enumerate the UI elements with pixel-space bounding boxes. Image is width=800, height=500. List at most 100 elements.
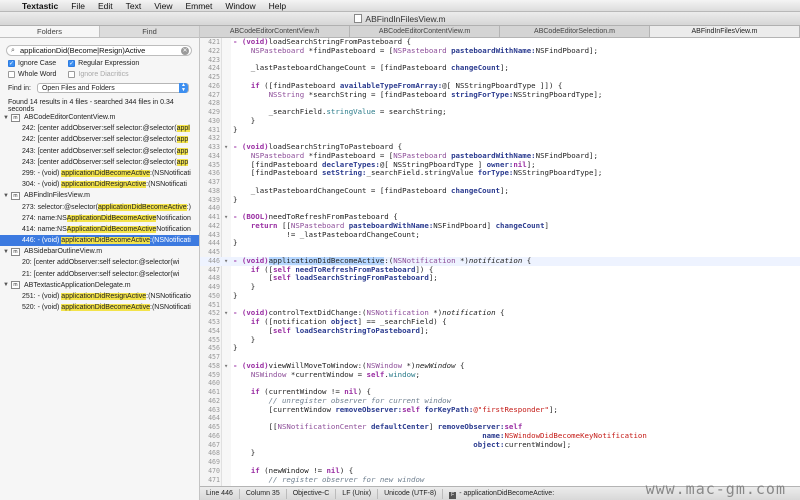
code-line[interactable]: 425 bbox=[200, 73, 800, 82]
tab-abcodeeditorcontentview-m[interactable]: ABCodeEditorContentView.m bbox=[350, 26, 500, 37]
code-line[interactable]: 440 bbox=[200, 204, 800, 213]
code-line[interactable]: 470 if (newWindow != nil) { bbox=[200, 467, 800, 476]
tab-folders[interactable]: Folders bbox=[0, 26, 99, 37]
disclosure-triangle-icon[interactable]: ▼ bbox=[3, 249, 11, 255]
result-line[interactable]: 274: name:NSApplicationDidBecomeActiveNo… bbox=[0, 213, 199, 224]
code-editor[interactable]: 421 - (void)loadSearchStringFromPasteboar… bbox=[200, 38, 800, 486]
result-file[interactable]: ▼ m ABCodeEditorContentView.m bbox=[0, 112, 199, 123]
code-line[interactable]: 464 bbox=[200, 414, 800, 423]
code-line[interactable]: 452 ▾ - (void)controlTextDidChange:(NSNoti… bbox=[200, 309, 800, 318]
code-line[interactable]: 422 NSPasteboard *findPasteboard = [NSPa… bbox=[200, 47, 800, 56]
tab-abcodeeditorselection-m[interactable]: ABCodeEditorSelection.m bbox=[500, 26, 650, 37]
result-file[interactable]: ▼ m ABSidebarOutlineView.m bbox=[0, 246, 199, 257]
code-line[interactable]: 456} bbox=[200, 344, 800, 353]
result-line[interactable]: 243: [center addObserver:self selector:@… bbox=[0, 146, 199, 157]
menu-view[interactable]: View bbox=[154, 1, 172, 11]
search-input[interactable] bbox=[20, 46, 180, 55]
code-line[interactable]: 433 ▾ - (void)loadSearchStringToPasteboard… bbox=[200, 143, 800, 152]
whole-word-checkbox[interactable] bbox=[8, 71, 15, 78]
code-line[interactable]: 463 [currentWindow removeObserver:self f… bbox=[200, 406, 800, 415]
search-field[interactable]: ⌕ ✕ bbox=[6, 45, 192, 56]
code-line[interactable]: 449 } bbox=[200, 283, 800, 292]
code-line[interactable]: 446 ▾ - (void)applicationDidBecomeActive:(… bbox=[200, 256, 800, 266]
code-line[interactable]: 434 NSPasteboard *findPasteboard = [NSPa… bbox=[200, 152, 800, 161]
result-line[interactable]: 20: [center addObserver:self selector:@s… bbox=[0, 257, 199, 268]
code-line[interactable]: 466 name:NSWindowDidBecomeKeyNotificatio… bbox=[200, 432, 800, 441]
status-symbol[interactable]: F- applicationDidBecomeActive: bbox=[443, 489, 560, 499]
menu-text[interactable]: Text bbox=[126, 1, 142, 11]
code-line[interactable]: 436 [findPasteboard setString:_searchFie… bbox=[200, 169, 800, 178]
status-line-endings[interactable]: LF (Unix) bbox=[336, 488, 379, 499]
menu-file[interactable]: File bbox=[71, 1, 85, 11]
menu-emmet[interactable]: Emmet bbox=[185, 1, 212, 11]
result-line[interactable]: 273: selector:@selector(applicationDidBe… bbox=[0, 202, 199, 213]
code-line[interactable]: 443 != _lastPasteboardChangeCount; bbox=[200, 231, 800, 240]
code-line[interactable]: 432 bbox=[200, 134, 800, 143]
code-line[interactable]: 421 - (void)loadSearchStringFromPasteboar… bbox=[200, 38, 800, 47]
code-line[interactable]: 427 NSString *searchString = [findPasteb… bbox=[200, 91, 800, 100]
code-line[interactable]: 444} bbox=[200, 239, 800, 248]
find-in-select[interactable]: Open Files and Folders ▲ ▼ bbox=[36, 83, 189, 93]
code-line[interactable]: 442 return [[NSPasteboard pasteboardWith… bbox=[200, 222, 800, 231]
code-line[interactable]: 429 _searchField.stringValue = searchStr… bbox=[200, 108, 800, 117]
disclosure-triangle-icon[interactable]: ▼ bbox=[3, 193, 11, 199]
code-line[interactable]: 451 bbox=[200, 301, 800, 310]
status-language[interactable]: Objective-C bbox=[287, 488, 337, 499]
code-line[interactable]: 428 bbox=[200, 99, 800, 108]
code-line[interactable]: 441 ▾ - (BOOL)needToRefreshFromPasteboard … bbox=[200, 213, 800, 222]
result-line[interactable]: 242: [center addObserver:self selector:@… bbox=[0, 123, 199, 134]
result-line[interactable]: 243: [center addObserver:self selector:@… bbox=[0, 157, 199, 168]
result-line[interactable]: 414: name:NSApplicationDidBecomeActiveNo… bbox=[0, 224, 199, 235]
result-line[interactable]: 299: - (void) applicationDidBecomeActive… bbox=[0, 168, 199, 179]
code-line[interactable]: 453 if ([notification object] == _search… bbox=[200, 318, 800, 327]
status-column[interactable]: Column 35 bbox=[240, 488, 287, 499]
whole-word-option[interactable]: Whole Word bbox=[8, 71, 56, 78]
regular-expression-option[interactable]: ✓ Regular Expression bbox=[68, 60, 139, 67]
tab-find[interactable]: Find bbox=[99, 26, 199, 37]
code-line[interactable]: 426 if ([findPasteboard availableTypeFro… bbox=[200, 82, 800, 91]
ignore-case-checkbox[interactable]: ✓ bbox=[8, 60, 15, 67]
result-line[interactable]: 251: - (void) applicationDidResignActive… bbox=[0, 291, 199, 302]
code-line[interactable]: 467 object:currentWindow]; bbox=[200, 441, 800, 450]
code-line[interactable]: 445 bbox=[200, 248, 800, 257]
disclosure-triangle-icon[interactable]: ▼ bbox=[3, 282, 11, 288]
ignore-case-option[interactable]: ✓ Ignore Case bbox=[8, 60, 56, 67]
disclosure-triangle-icon[interactable]: ▼ bbox=[3, 115, 11, 121]
result-file[interactable]: ▼ m ABTextasticApplicationDelegate.m bbox=[0, 280, 199, 291]
regular-expression-checkbox[interactable]: ✓ bbox=[68, 60, 76, 67]
code-line[interactable]: 455 } bbox=[200, 336, 800, 345]
fold-marker-icon[interactable]: ▾ bbox=[224, 309, 230, 318]
tab-abcodeeditorcontentview-h[interactable]: ABCodeEditorContentView.h bbox=[200, 26, 350, 37]
status-line[interactable]: Line 446 bbox=[200, 488, 240, 499]
menu-window[interactable]: Window bbox=[225, 1, 255, 11]
code-line[interactable]: 461 if (currentWindow != nil) { bbox=[200, 388, 800, 397]
result-line[interactable]: 21: [center addObserver:self selector:@s… bbox=[0, 269, 199, 280]
code-line[interactable]: 430 } bbox=[200, 117, 800, 126]
code-line[interactable]: 448 [self loadSearchStringFromPasteboard… bbox=[200, 274, 800, 283]
code-line[interactable]: 435 [findPasteboard declareTypes:@[ NSSt… bbox=[200, 161, 800, 170]
code-line[interactable]: 458 ▾ - (void)viewWillMoveToWindow:(NSWind… bbox=[200, 362, 800, 371]
code-line[interactable]: 438 _lastPasteboardChangeCount = [findPa… bbox=[200, 187, 800, 196]
code-line[interactable]: 469 bbox=[200, 458, 800, 467]
code-line[interactable]: 431} bbox=[200, 126, 800, 135]
status-encoding[interactable]: Unicode (UTF-8) bbox=[378, 488, 444, 499]
code-line[interactable]: 447 if ([self needToRefreshFromPasteboar… bbox=[200, 266, 800, 275]
code-line[interactable]: 454 [self loadSearchStringToPasteboard]; bbox=[200, 327, 800, 336]
result-line[interactable]: 242: [center addObserver:self selector:@… bbox=[0, 134, 199, 145]
code-line[interactable]: 439} bbox=[200, 196, 800, 205]
tab-abfindinfilesview-m[interactable]: ABFindInFilesView.m bbox=[650, 26, 800, 37]
result-line[interactable]: 520: - (void) applicationDidBecomeActive… bbox=[0, 302, 199, 313]
result-line[interactable]: 304: - (void) applicationDidResignActive… bbox=[0, 179, 199, 190]
code-line[interactable]: 460 bbox=[200, 379, 800, 388]
code-line[interactable]: 465 [[NSNotificationCenter defaultCenter… bbox=[200, 423, 800, 432]
result-file[interactable]: ▼ m ABFindInFilesView.m bbox=[0, 190, 199, 201]
clear-search-icon[interactable]: ✕ bbox=[181, 47, 189, 55]
result-line[interactable]: 446: - (void) applicationDidBecomeActive… bbox=[0, 235, 199, 247]
menu-app[interactable]: Textastic bbox=[22, 1, 58, 11]
menu-help[interactable]: Help bbox=[269, 1, 286, 11]
code-line[interactable]: 423 bbox=[200, 56, 800, 65]
menu-edit[interactable]: Edit bbox=[98, 1, 113, 11]
code-line[interactable]: 424 _lastPasteboardChangeCount = [findPa… bbox=[200, 64, 800, 73]
fold-marker-icon[interactable]: ▾ bbox=[224, 213, 230, 222]
fold-marker-icon[interactable]: ▾ bbox=[224, 257, 230, 266]
